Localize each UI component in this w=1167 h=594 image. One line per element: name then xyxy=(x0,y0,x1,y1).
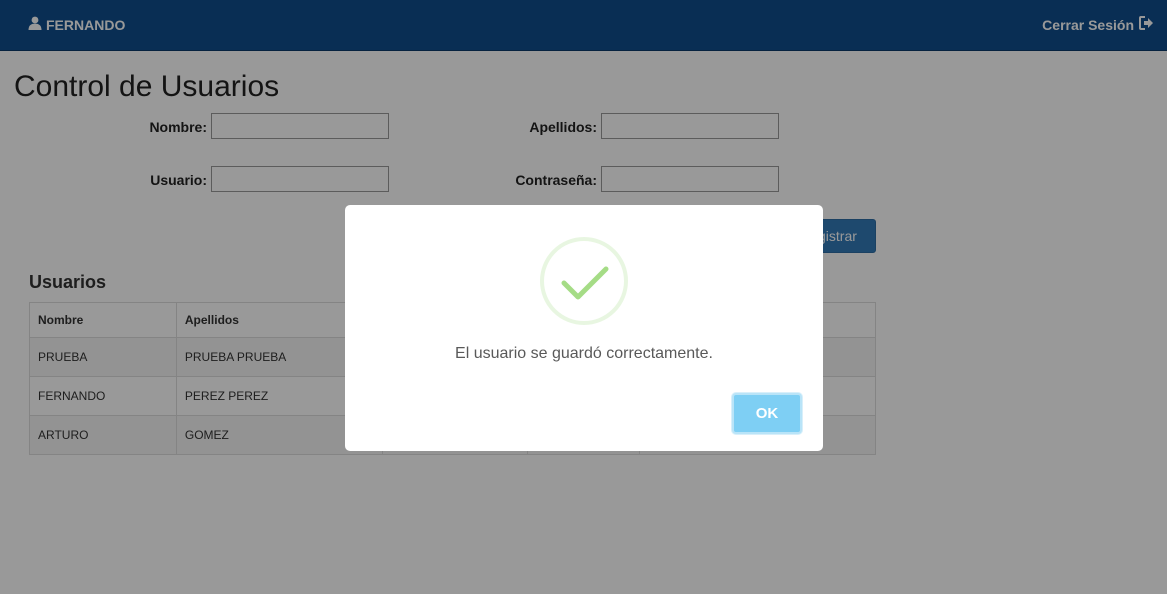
success-dialog: El usuario se guardó correctamente. OK xyxy=(345,205,823,451)
ok-button[interactable]: OK xyxy=(732,393,802,434)
success-check-icon xyxy=(540,237,628,325)
dialog-message: El usuario se guardó correctamente. xyxy=(455,345,713,362)
